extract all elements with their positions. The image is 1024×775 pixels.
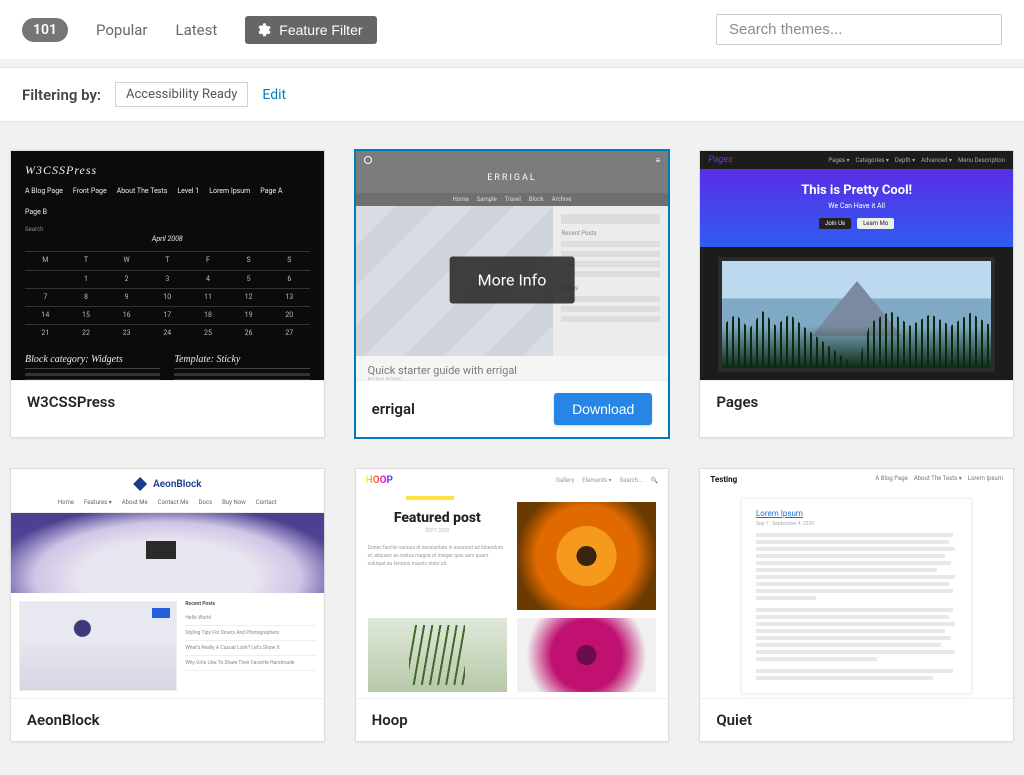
download-button[interactable]: Download [554,393,652,425]
theme-footer: errigal Download [356,381,669,437]
theme-footer: Hoop [356,699,669,741]
theme-card-errigal[interactable]: ≡ ERRIGAL HomeSampleTravelBlockArchive R… [355,150,670,438]
tab-latest[interactable]: Latest [176,21,218,39]
search-input[interactable] [716,14,1002,45]
theme-footer: Pages [700,381,1013,423]
theme-footer: Quiet [700,699,1013,741]
filter-bar: Filtering by: Accessibility Ready Edit [0,67,1024,122]
theme-thumbnail: Pages Pages ▾Categories ▾Depth ▾Advanced… [700,151,1013,381]
filter-label: Filtering by: [22,86,101,104]
theme-name: Quiet [716,711,752,729]
theme-toolbar: 101 Popular Latest Feature Filter [0,0,1024,59]
theme-thumbnail: W3CSSPress A Blog PageFront PageAbout Th… [11,151,324,381]
feature-filter-button[interactable]: Feature Filter [245,16,376,44]
theme-card-pages[interactable]: Pages Pages ▾Categories ▾Depth ▾Advanced… [699,150,1014,438]
theme-card-w3csspress[interactable]: W3CSSPress A Blog PageFront PageAbout Th… [10,150,325,438]
theme-card-quiet[interactable]: Testing A Blog PageAbout The Tests ▾Lore… [699,468,1014,742]
theme-thumbnail: HOOP GalleryElements ▾Search...🔍 Feature… [356,469,669,699]
filter-tag-accessibility[interactable]: Accessibility Ready [115,82,248,107]
tab-popular[interactable]: Popular [96,21,148,39]
theme-card-aeonblock[interactable]: AeonBlock HomeFeatures ▾About MeContact … [10,468,325,742]
theme-name: W3CSSPress [27,393,115,411]
theme-name: errigal [372,400,415,418]
theme-thumbnail: Testing A Blog PageAbout The Tests ▾Lore… [700,469,1013,699]
search-wrap [716,14,1002,45]
theme-footer: W3CSSPress [11,381,324,423]
theme-card-hoop[interactable]: HOOP GalleryElements ▾Search...🔍 Feature… [355,468,670,742]
theme-grid: W3CSSPress A Blog PageFront PageAbout Th… [0,122,1024,752]
gear-icon [255,22,271,38]
more-info-button[interactable]: More Info [450,256,575,303]
theme-count-badge: 101 [22,18,68,42]
feature-filter-label: Feature Filter [279,22,362,38]
theme-name: Hoop [372,711,408,729]
theme-name: Pages [716,393,758,411]
theme-footer: AeonBlock [11,699,324,741]
theme-name: AeonBlock [27,711,100,729]
filter-edit-link[interactable]: Edit [262,87,286,103]
theme-thumbnail: AeonBlock HomeFeatures ▾About MeContact … [11,469,324,699]
